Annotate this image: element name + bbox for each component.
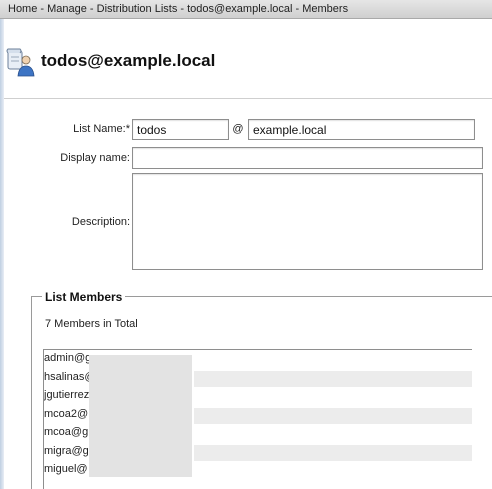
display-name-input[interactable] [132,147,483,169]
distribution-list-icon [6,48,35,77]
member-email: admin@g [44,352,92,364]
display-name-label: Display name: [60,152,130,164]
member-email: mcoa2@ [44,407,89,420]
at-sign-label: @ [232,123,244,135]
member-email: mcoa@g [44,426,89,438]
list-name-label: List Name:* [73,123,130,135]
left-accent-bar [0,19,4,489]
description-textarea[interactable] [132,173,483,270]
breadcrumb: Home - Manage - Distribution Lists - tod… [0,0,492,19]
page-title: todos@example.local [41,51,216,70]
member-email: hsalinas@ [44,370,96,383]
title-divider [4,98,492,99]
list-members-legend: List Members [42,290,126,304]
list-name-input[interactable] [132,119,229,140]
member-email: miguel@ [44,463,88,475]
description-label: Description: [71,216,130,228]
member-email: jgutierrez [44,389,90,401]
redaction-block [89,355,192,477]
domain-input[interactable] [248,119,475,140]
member-email: migra@g [44,444,89,457]
members-count: 7 Members in Total [45,318,138,330]
